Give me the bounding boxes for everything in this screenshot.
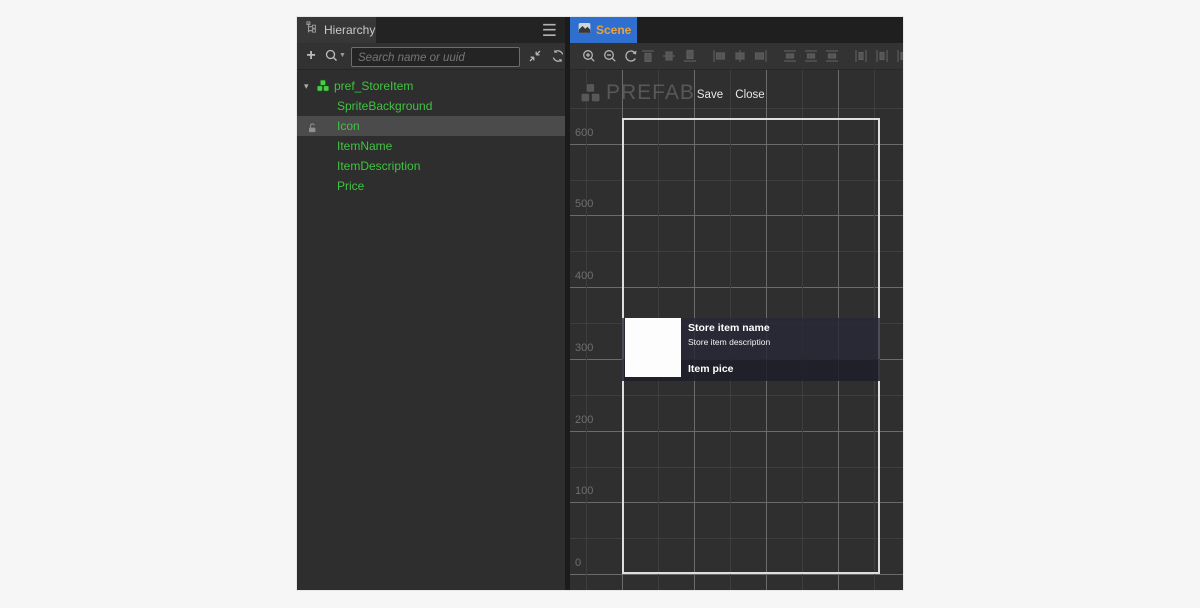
- distribute-left-button[interactable]: [853, 48, 869, 64]
- reset-view-button[interactable]: [623, 48, 639, 64]
- ruler-label: 0: [575, 557, 581, 569]
- expand-arrow-icon[interactable]: ▾: [304, 76, 309, 96]
- scene-toolbar: [570, 43, 903, 70]
- editor-window: Hierarchy ☰ + ▼ ▾pref_: [297, 17, 903, 590]
- node-tree: ▾ pref_StoreItemSpriteBackgroundIconItemN…: [297, 70, 565, 590]
- store-item-price-label[interactable]: Item pice: [688, 363, 734, 375]
- grid-line: [570, 574, 903, 575]
- save-button[interactable]: Save: [688, 89, 732, 101]
- prefab-header: PREFAB Save Close: [570, 78, 903, 110]
- hierarchy-toolbar: + ▼: [297, 43, 565, 70]
- prefab-title: PREFAB: [606, 81, 695, 105]
- store-item-description-label[interactable]: Store item description: [688, 337, 770, 347]
- grid-line: [570, 251, 903, 252]
- scene-tabbar: Scene: [570, 17, 903, 43]
- grid-line: [570, 431, 903, 432]
- distribute-top-button[interactable]: [782, 48, 798, 64]
- ruler-label: 400: [575, 270, 593, 282]
- grid-line: [570, 215, 903, 216]
- grid-line: [570, 395, 903, 396]
- prefab-badge-icon: [579, 82, 602, 110]
- node-label: Icon: [337, 116, 360, 136]
- align-bottom-button[interactable]: [682, 48, 698, 64]
- search-filter-icon[interactable]: [324, 48, 340, 64]
- tree-row-itemname[interactable]: ItemName: [297, 136, 565, 156]
- distribute-h-center-button[interactable]: [874, 48, 890, 64]
- tree-row-spritebackground[interactable]: SpriteBackground: [297, 96, 565, 116]
- tab-scene-label: Scene: [596, 23, 631, 37]
- node-label: ItemDescription: [337, 156, 420, 176]
- refresh-button[interactable]: [550, 48, 566, 64]
- tree-row-itemdescription[interactable]: ItemDescription: [297, 156, 565, 176]
- tree-row-price[interactable]: Price: [297, 176, 565, 196]
- node-label: Price: [337, 176, 364, 196]
- distribute-right-button[interactable]: [895, 48, 903, 64]
- tree-row-pref_storeitem[interactable]: ▾ pref_StoreItem: [297, 76, 565, 96]
- add-node-button[interactable]: +: [303, 48, 319, 64]
- align-h-center-button[interactable]: [732, 48, 748, 64]
- scene-panel: Scene PREFAB Save Close Store: [570, 17, 903, 590]
- ruler-label: 500: [575, 198, 593, 210]
- tab-hierarchy-label: Hierarchy: [324, 23, 375, 37]
- search-input[interactable]: [352, 49, 519, 67]
- search-box: [351, 47, 520, 67]
- distribute-v-center-button[interactable]: [803, 48, 819, 64]
- hierarchy-icon: [305, 21, 319, 40]
- grid-line: [570, 144, 903, 145]
- tab-scene[interactable]: Scene: [570, 17, 637, 43]
- node-label: pref_StoreItem: [334, 76, 413, 96]
- align-left-button[interactable]: [711, 48, 727, 64]
- grid-line: [570, 538, 903, 539]
- node-label: SpriteBackground: [337, 96, 432, 116]
- tree-row-icon[interactable]: Icon: [297, 116, 565, 136]
- store-item-name-label[interactable]: Store item name: [688, 322, 770, 334]
- page: Hierarchy ☰ + ▼ ▾pref_: [0, 0, 1200, 608]
- grid-line: [570, 502, 903, 503]
- node-label: ItemName: [337, 136, 392, 156]
- ruler-label: 100: [575, 485, 593, 497]
- zoom-out-button[interactable]: [602, 48, 618, 64]
- ruler-label: 300: [575, 342, 593, 354]
- align-v-center-button[interactable]: [661, 48, 677, 64]
- store-item-icon-sprite[interactable]: [625, 318, 681, 377]
- grid-line: [570, 287, 903, 288]
- zoom-in-button[interactable]: [581, 48, 597, 64]
- distribute-bottom-button[interactable]: [824, 48, 840, 64]
- grid-line: [570, 467, 903, 468]
- close-button[interactable]: Close: [728, 89, 772, 101]
- align-top-button[interactable]: [640, 48, 656, 64]
- ruler-label: 600: [575, 127, 593, 139]
- scene-canvas[interactable]: PREFAB Save Close Store item name Store …: [570, 70, 903, 590]
- grid-line: [570, 180, 903, 181]
- collapse-all-button[interactable]: [527, 48, 543, 64]
- tab-hierarchy[interactable]: Hierarchy: [297, 17, 376, 43]
- hierarchy-panel: Hierarchy ☰ + ▼ ▾pref_: [297, 17, 565, 590]
- panel-menu-icon[interactable]: ☰: [542, 18, 557, 44]
- scene-icon: [578, 21, 591, 39]
- hierarchy-tabbar: Hierarchy ☰: [297, 17, 565, 43]
- align-right-button[interactable]: [753, 48, 769, 64]
- ruler-label: 200: [575, 414, 593, 426]
- grid-line: [586, 70, 587, 590]
